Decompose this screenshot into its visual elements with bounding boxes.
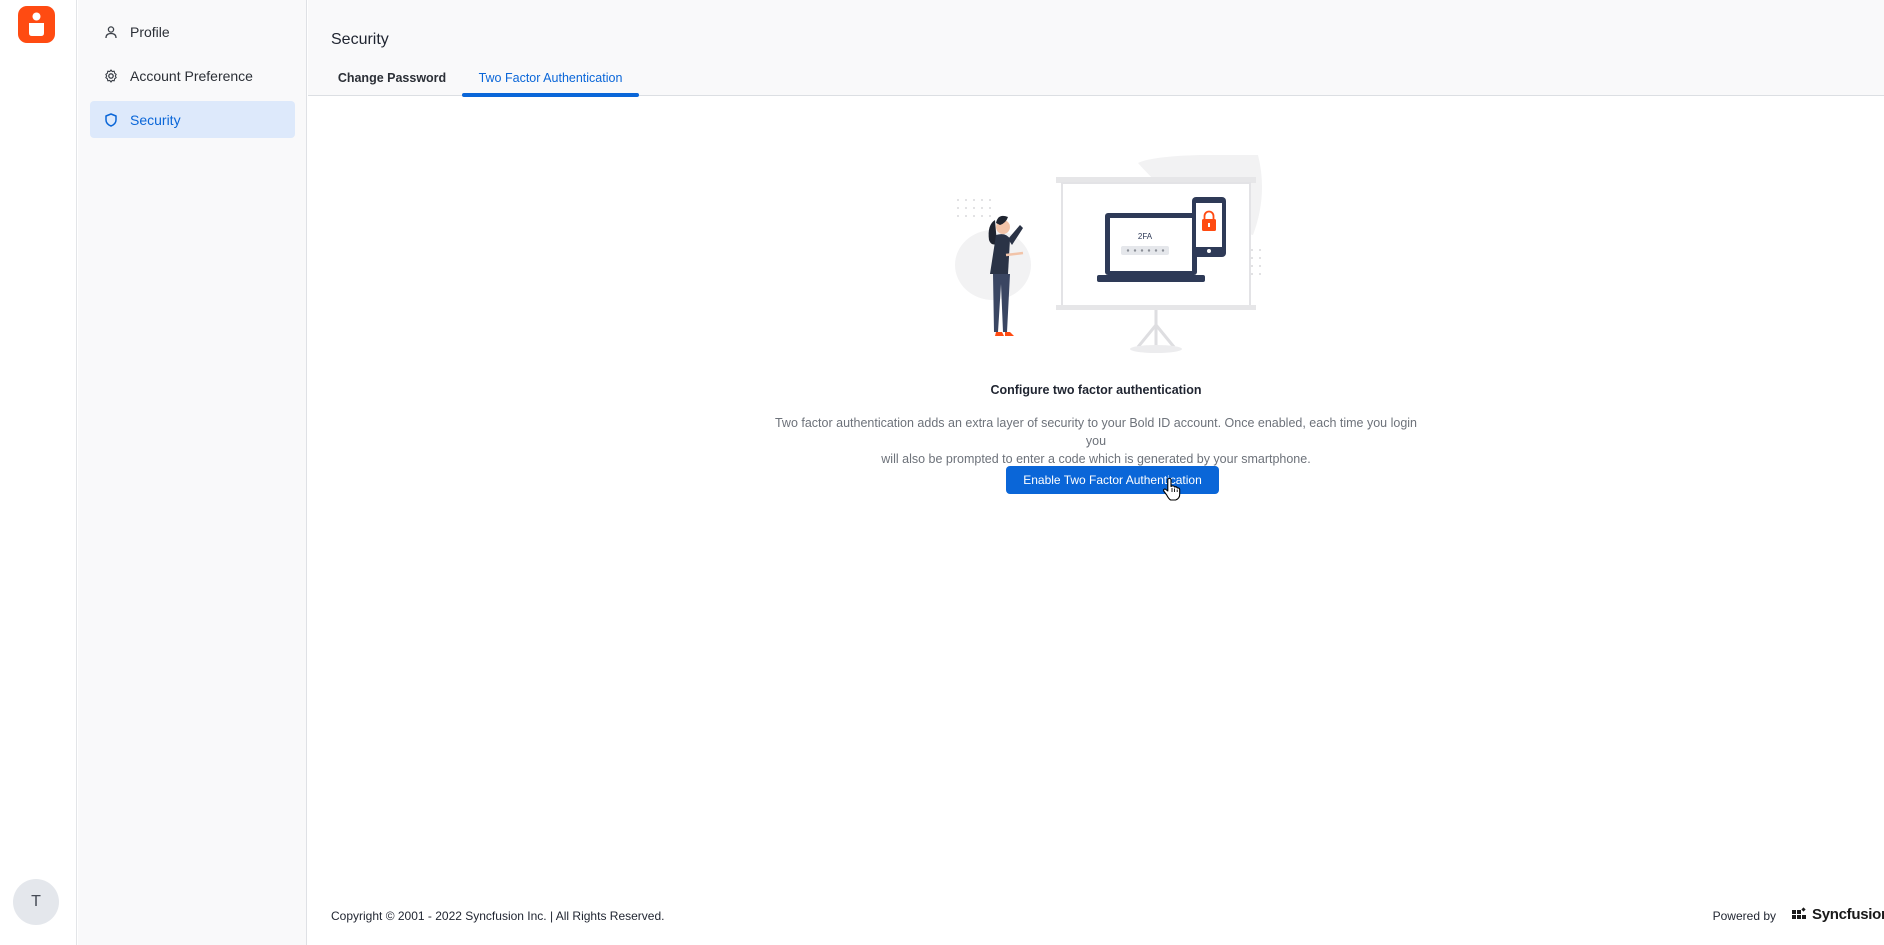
tab-two-factor-authentication[interactable]: Two Factor Authentication xyxy=(462,64,639,96)
avatar[interactable]: T xyxy=(13,879,59,925)
main-content: Security Change Password Two Factor Auth… xyxy=(308,0,1884,945)
app-rail: T xyxy=(0,0,77,945)
sidebar-item-label: Account Preference xyxy=(130,67,253,84)
powered-by-label: Powered by xyxy=(1712,909,1776,923)
tab-label: Change Password xyxy=(337,71,447,85)
illustration-code-label: 2FA xyxy=(1138,232,1153,241)
syncfusion-logo[interactable]: Syncfusion xyxy=(1792,902,1884,926)
config-description: Two factor authentication adds an extra … xyxy=(766,414,1426,468)
tab-change-password[interactable]: Change Password xyxy=(327,64,457,96)
syncfusion-brand-text: Syncfusion xyxy=(1812,905,1884,923)
two-factor-illustration: 2FA xyxy=(938,154,1298,360)
config-title: Configure two factor authentication xyxy=(990,383,1202,397)
sidebar-item-security[interactable]: Security xyxy=(90,101,295,138)
page-header: Security Change Password Two Factor Auth… xyxy=(308,0,1884,97)
user-icon xyxy=(104,25,118,39)
syncfusion-mark-icon xyxy=(1792,907,1806,919)
sidebar-item-label: Profile xyxy=(130,23,170,40)
sidebar-item-label: Security xyxy=(130,111,181,128)
enable-two-factor-button[interactable]: Enable Two Factor Authentication xyxy=(1006,466,1219,494)
sidebar-item-profile[interactable]: Profile xyxy=(90,13,295,50)
sidebar: Profile Account Preference Security xyxy=(78,0,307,945)
avatar-initial: T xyxy=(31,893,41,910)
app-logo-icon[interactable] xyxy=(18,6,55,43)
gear-icon xyxy=(104,68,118,83)
active-tab-indicator xyxy=(462,93,639,97)
copyright-text: Copyright © 2001 - 2022 Syncfusion Inc. … xyxy=(331,909,665,923)
sidebar-item-account-preference[interactable]: Account Preference xyxy=(90,57,295,94)
tab-label: Two Factor Authentication xyxy=(478,71,623,85)
shield-icon xyxy=(104,112,118,127)
page-title: Security xyxy=(331,31,389,48)
config-description-line-1: Two factor authentication adds an extra … xyxy=(774,416,1418,448)
